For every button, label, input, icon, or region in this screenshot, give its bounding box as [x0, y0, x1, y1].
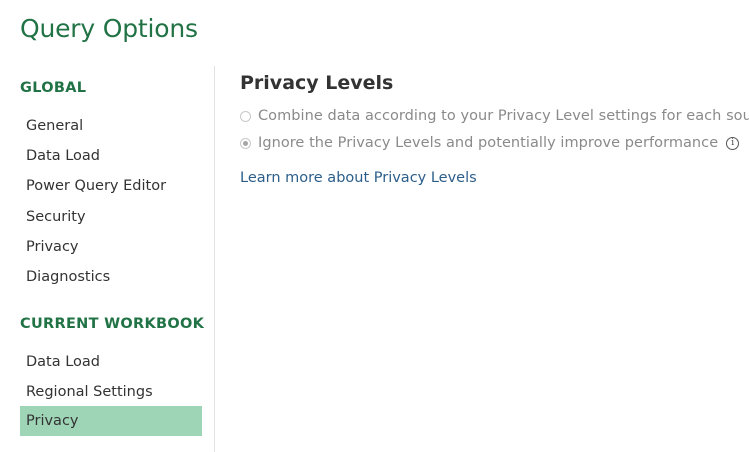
sidebar-item-data-load[interactable]: Data Load	[20, 141, 202, 171]
sidebar-divider	[214, 66, 215, 452]
info-icon[interactable]: i	[726, 136, 740, 150]
combine-data-option[interactable]: Combine data according to your Privacy L…	[240, 106, 749, 126]
sidebar-item-workbook-data-load[interactable]: Data Load	[20, 347, 202, 377]
sidebar-item-privacy-global[interactable]: Privacy	[20, 232, 202, 262]
ignore-privacy-option[interactable]: Ignore the Privacy Levels and potentiall…	[240, 133, 740, 153]
sidebar-nav: GLOBAL General Data Load Power Query Edi…	[20, 0, 205, 452]
sidebar-item-privacy-workbook[interactable]: Privacy	[20, 406, 202, 436]
section-header-global: GLOBAL	[20, 80, 87, 96]
sidebar-item-diagnostics[interactable]: Diagnostics	[20, 262, 202, 292]
combine-data-label: Combine data according to your Privacy L…	[258, 108, 749, 124]
privacy-levels-title: Privacy Levels	[240, 72, 394, 94]
sidebar-item-power-query-editor[interactable]: Power Query Editor	[20, 171, 202, 201]
sidebar-item-general[interactable]: General	[20, 111, 202, 141]
ignore-privacy-label: Ignore the Privacy Levels and potentiall…	[258, 135, 719, 151]
ignore-privacy-radio[interactable]	[240, 137, 251, 149]
sidebar-item-security[interactable]: Security	[20, 202, 202, 232]
section-header-current-workbook: CURRENT WORKBOOK	[20, 316, 205, 332]
learn-more-privacy-link[interactable]: Learn more about Privacy Levels	[240, 170, 477, 186]
combine-data-radio[interactable]	[240, 110, 251, 122]
sidebar-item-regional-settings[interactable]: Regional Settings	[20, 377, 202, 407]
